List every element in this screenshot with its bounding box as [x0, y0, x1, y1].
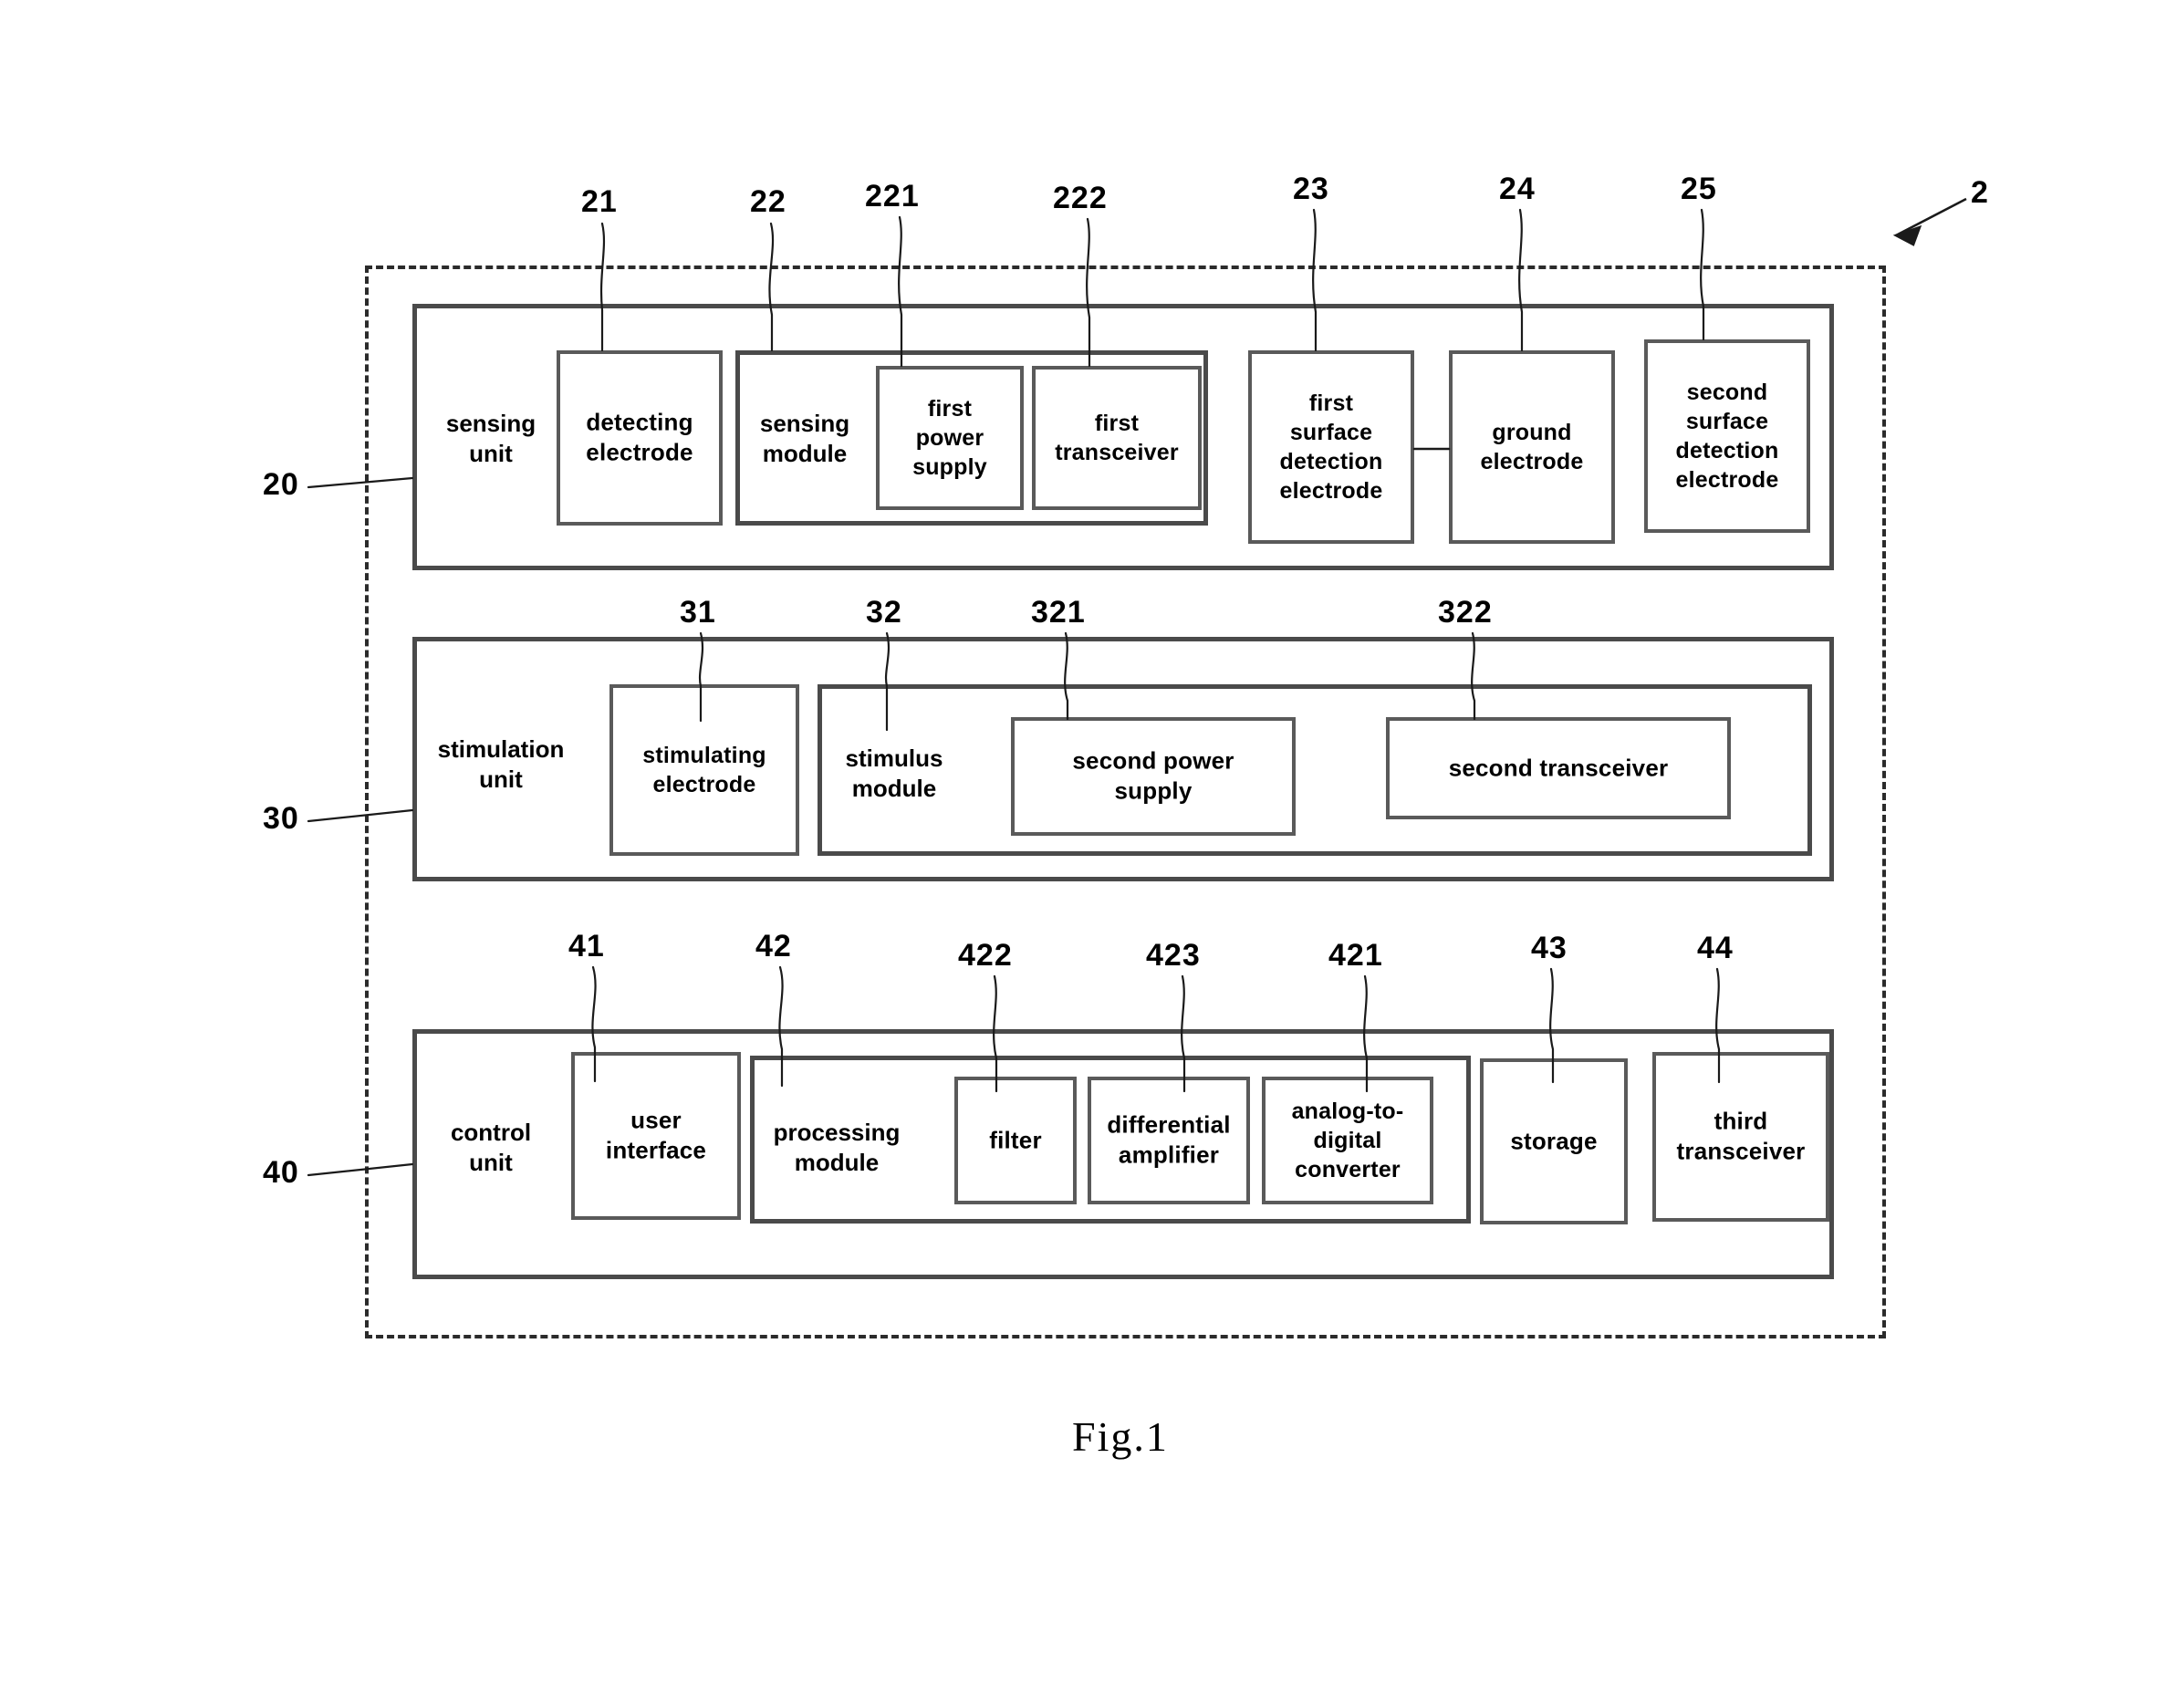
detecting-electrode-box: detecting electrode: [557, 350, 723, 526]
ref-423: 423: [1146, 938, 1201, 973]
sensing-unit-label: sensing unit: [445, 410, 536, 468]
ground-electrode-box: ground electrode: [1449, 350, 1615, 544]
ref-23: 23: [1293, 172, 1329, 206]
ground-electrode-label: ground electrode: [1480, 420, 1584, 474]
sensing-module-label: sensing module: [759, 410, 850, 468]
analog-to-digital-converter-label: analog-to- digital converter: [1291, 1099, 1404, 1182]
filter-box: filter: [954, 1077, 1077, 1204]
user-interface-label: user interface: [605, 1106, 707, 1164]
first-surface-detection-electrode-box: first surface detection electrode: [1248, 350, 1414, 544]
ref-20: 20: [263, 467, 299, 502]
first-surface-detection-electrode-label: first surface detection electrode: [1279, 391, 1383, 504]
second-transceiver-label: second transceiver: [1448, 754, 1669, 782]
second-surface-detection-electrode-box: second surface detection electrode: [1644, 339, 1810, 533]
ref-422: 422: [958, 938, 1013, 973]
filter-label: filter: [989, 1126, 1042, 1154]
third-transceiver-box: third transceiver: [1652, 1052, 1829, 1222]
second-surface-detection-electrode-label: second surface detection electrode: [1675, 380, 1779, 493]
ref-32: 32: [866, 595, 902, 630]
storage-label: storage: [1510, 1127, 1598, 1155]
ref-421: 421: [1328, 938, 1383, 973]
second-power-supply-box: second power supply: [1011, 717, 1296, 836]
stimulating-electrode-box: stimulating electrode: [609, 684, 799, 856]
storage-box: storage: [1480, 1058, 1628, 1224]
figure-caption: Fig.1: [1072, 1413, 1169, 1460]
differential-amplifier-box: differential amplifier: [1088, 1077, 1250, 1204]
first-transceiver-box: first transceiver: [1032, 366, 1202, 510]
ref-25: 25: [1681, 172, 1717, 206]
second-power-supply-label: second power supply: [1072, 746, 1234, 805]
control-unit-label: control unit: [450, 1119, 532, 1177]
first-power-supply-label: first power supply: [912, 396, 987, 480]
differential-amplifier-label: differential amplifier: [1107, 1110, 1231, 1169]
ref-44: 44: [1697, 931, 1734, 965]
stimulation-unit-label: stimulation unit: [437, 735, 565, 794]
ref-2: 2: [1971, 175, 1989, 210]
stimulus-module-label: stimulus module: [845, 745, 943, 803]
ref-42: 42: [755, 929, 792, 963]
analog-to-digital-converter-box: analog-to- digital converter: [1262, 1077, 1433, 1204]
ref-22: 22: [750, 184, 786, 219]
ref-41: 41: [568, 929, 605, 963]
first-power-supply-box: first power supply: [876, 366, 1024, 510]
detecting-electrode-label: detecting electrode: [586, 408, 693, 466]
ref-30: 30: [263, 801, 299, 836]
device-ref-arrow: [1892, 197, 1967, 246]
ref-322: 322: [1438, 595, 1493, 630]
ref-24: 24: [1499, 172, 1536, 206]
user-interface-box: user interface: [571, 1052, 741, 1220]
ref-21: 21: [581, 184, 618, 219]
first-transceiver-label: first transceiver: [1055, 411, 1179, 465]
ref-43: 43: [1531, 931, 1568, 965]
ref-40: 40: [263, 1155, 299, 1190]
ref-221: 221: [865, 179, 920, 214]
ref-31: 31: [680, 595, 716, 630]
stimulating-electrode-label: stimulating electrode: [642, 743, 766, 797]
second-transceiver-box: second transceiver: [1386, 717, 1731, 819]
processing-module-label: processing module: [773, 1119, 901, 1177]
ref-222: 222: [1053, 181, 1108, 215]
figure-canvas: sensing unit detecting electrode sensing…: [0, 0, 2177, 1708]
ref-321: 321: [1031, 595, 1086, 630]
third-transceiver-label: third transceiver: [1676, 1107, 1806, 1165]
